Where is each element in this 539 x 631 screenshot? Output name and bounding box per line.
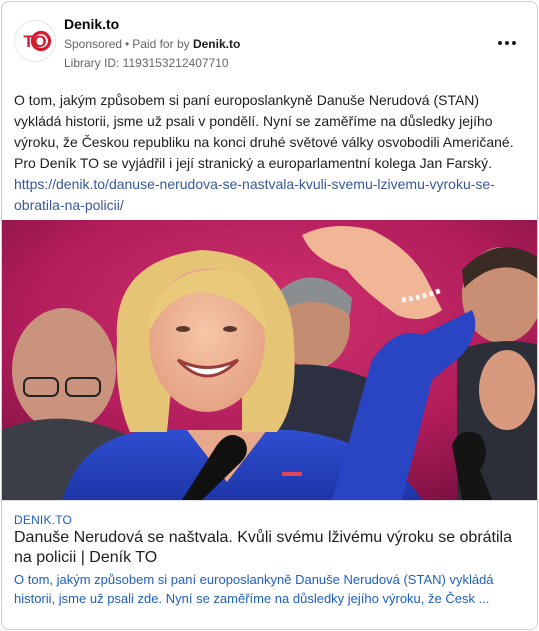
ad-card: TO Denik.to Sponsored • Paid for by Denik.… [1,1,538,630]
preview-description: O tom, jakým způsobem si paní europoslan… [14,572,494,606]
avatar[interactable]: TO [14,20,56,62]
paid-for-by-name[interactable]: Denik.to [193,37,240,51]
ad-header: TO Denik.to Sponsored • Paid for by Denik.… [2,2,537,78]
link-preview[interactable]: DENIK.TO Danuše Nerudová se naštvala. Kv… [2,500,537,629]
ad-image[interactable] [2,220,537,500]
ad-photo [2,220,537,500]
paid-for-by-label: Paid for by [132,37,190,51]
ad-body-link[interactable]: https://denik.to/danuse-nerudova-se-nast… [14,176,495,213]
separator: • [125,37,130,51]
preview-title[interactable]: Danuše Nerudová se naštvala. Kvůli svému… [14,528,528,568]
more-options-button[interactable] [495,32,519,50]
ad-body: O tom, jakým způsobem si paní europoslan… [14,90,528,216]
sponsored-label: Sponsored [64,37,123,51]
sponsor-line: Sponsored • Paid for by Denik.to [64,37,240,51]
denik-logo-icon: TO [16,22,54,60]
more-horizontal-icon [497,32,518,50]
ad-body-text: O tom, jakým způsobem si paní europoslan… [14,92,514,171]
library-id: Library ID: 1193153212407710 [64,56,229,70]
preview-domain: DENIK.TO [14,513,73,527]
page-name[interactable]: Denik.to [64,16,119,32]
